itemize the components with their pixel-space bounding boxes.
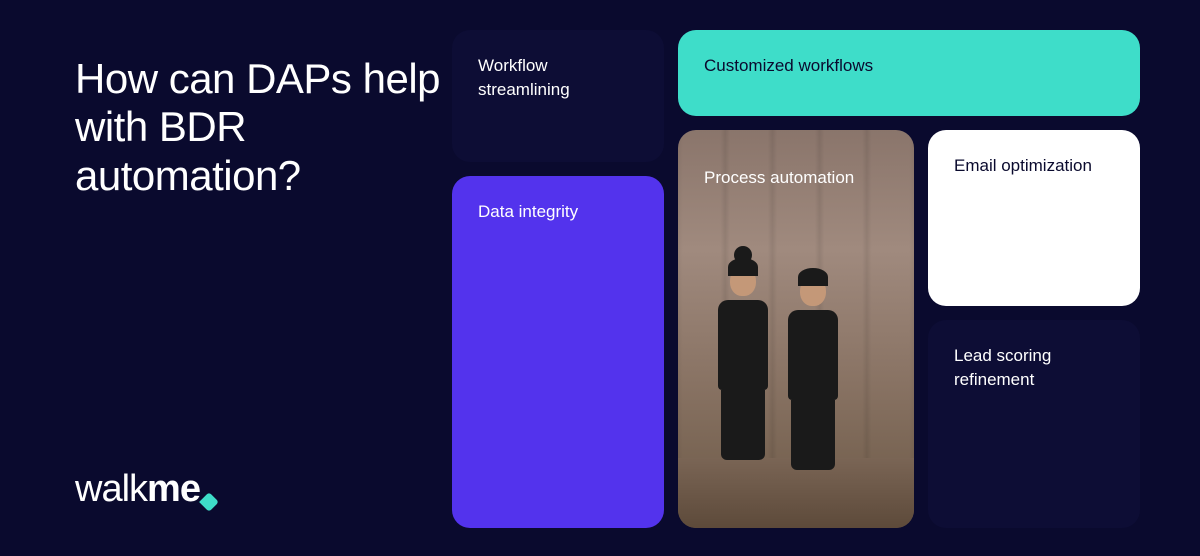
card-data-integrity: Data integrity <box>452 176 664 528</box>
cards-grid: Workflow streamlining Customized workflo… <box>452 0 1200 556</box>
main-container: How can DAPs help with BDR automation? w… <box>0 0 1200 556</box>
card-email-optimization: Email optimization <box>928 130 1140 306</box>
logo-text: walkme <box>75 468 200 511</box>
photo-person-2 <box>778 268 848 468</box>
card-customized-workflows: Customized workflows <box>678 30 1140 116</box>
card-process-label: Process automation <box>704 166 888 190</box>
logo-text-bold: me <box>147 468 200 510</box>
card-workflow-streamlining: Workflow streamlining <box>452 30 664 162</box>
logo-text-light: walk <box>75 468 147 510</box>
page-heading: How can DAPs help with BDR automation? <box>75 55 452 200</box>
speech-bubble-icon <box>199 492 219 512</box>
left-section: How can DAPs help with BDR automation? w… <box>0 0 452 556</box>
card-lead-scoring: Lead scoring refinement <box>928 320 1140 528</box>
photo-person-1 <box>708 258 778 458</box>
walkme-logo: walkme <box>75 468 216 511</box>
card-process-automation: Process automation <box>678 130 914 528</box>
